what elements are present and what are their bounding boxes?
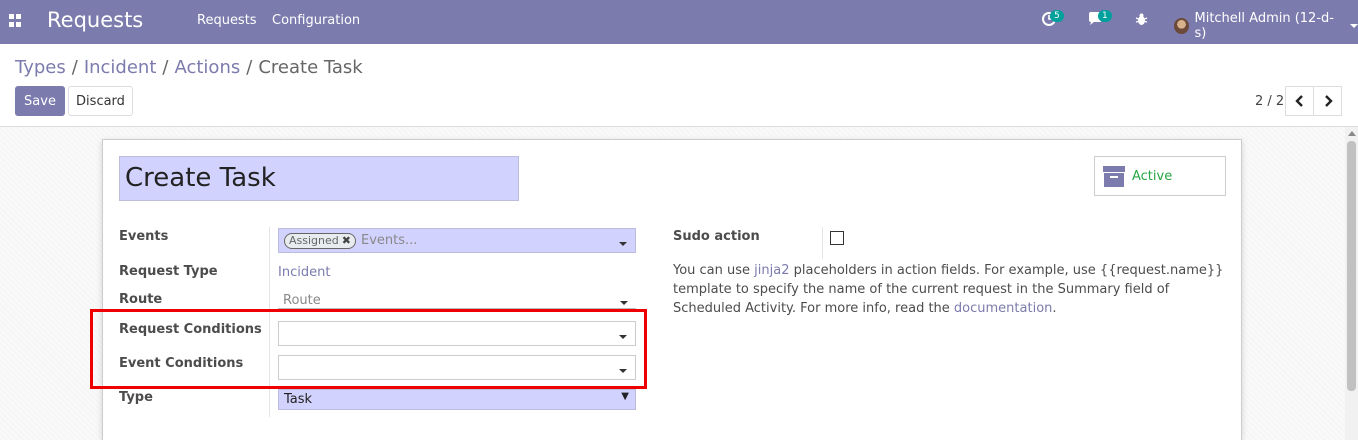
avatar — [1174, 18, 1190, 34]
events-tag-label: Assigned — [289, 234, 339, 247]
chevron-down-icon — [1350, 24, 1358, 28]
messaging-systray[interactable]: 1 — [1088, 10, 1112, 30]
breadcrumb-actions[interactable]: Actions — [174, 57, 240, 78]
pager-next-button[interactable] — [1313, 86, 1342, 116]
chevron-right-icon — [1324, 95, 1333, 107]
breadcrumb-incident[interactable]: Incident — [84, 57, 157, 78]
breadcrumb-current: Create Task — [258, 57, 363, 78]
pager-previous-button[interactable] — [1285, 86, 1314, 116]
sudo-action-checkbox[interactable] — [830, 231, 844, 245]
chevron-left-icon — [1294, 95, 1303, 107]
remove-tag-icon[interactable]: ✖ — [342, 234, 351, 248]
breadcrumb: Types / Incident / Actions / Create Task — [15, 57, 363, 78]
request-type-link[interactable]: Incident — [278, 265, 330, 280]
sudo-separator — [822, 227, 823, 259]
documentation-link[interactable]: documentation — [954, 301, 1052, 316]
user-name: Mitchell Admin (12-d-s) — [1194, 11, 1334, 41]
events-label: Events — [119, 229, 169, 244]
pager-value: 2 / 2 — [1255, 94, 1285, 109]
type-value: Task — [284, 392, 313, 407]
bug-icon — [1135, 13, 1148, 25]
debug-systray[interactable] — [1135, 13, 1148, 30]
type-select[interactable]: Task ▼ — [278, 389, 636, 410]
active-toggle-button[interactable]: Active — [1094, 156, 1226, 196]
user-menu[interactable]: Mitchell Admin (12-d-s) — [1174, 11, 1358, 41]
save-button[interactable]: Save — [15, 86, 65, 116]
jinja2-link[interactable]: jinja2 — [754, 263, 789, 278]
highlight-box — [90, 309, 647, 389]
events-input-placeholder[interactable]: Events... — [361, 233, 417, 248]
archive-icon — [1103, 165, 1125, 187]
activity-systray[interactable]: 5 — [1042, 10, 1064, 30]
route-placeholder: Route — [283, 293, 321, 308]
breadcrumb-types[interactable]: Types — [15, 57, 66, 78]
active-label: Active — [1132, 168, 1173, 184]
caret-down-icon: ▼ — [621, 391, 629, 402]
app-title: Requests — [47, 8, 144, 32]
menu-configuration[interactable]: Configuration — [272, 13, 360, 28]
top-navbar: Requests Requests Configuration 5 1 Mitc… — [0, 0, 1358, 44]
action-name-input[interactable]: Create Task — [119, 156, 519, 201]
menu-requests[interactable]: Requests — [197, 13, 257, 28]
chevron-down-icon — [619, 242, 627, 246]
message-count-badge: 1 — [1098, 10, 1112, 22]
activity-count-badge: 5 — [1050, 10, 1064, 22]
request-type-label: Request Type — [119, 264, 218, 279]
type-label: Type — [119, 390, 153, 405]
scrollbar[interactable] — [1345, 127, 1358, 440]
route-label: Route — [119, 292, 163, 307]
route-select[interactable]: Route — [278, 291, 636, 309]
help-text-part1: You can use — [673, 263, 755, 278]
chevron-down-icon — [620, 301, 628, 305]
discard-button[interactable]: Discard — [68, 86, 133, 116]
sudo-action-label: Sudo action — [673, 229, 760, 244]
apps-menu-icon[interactable] — [9, 14, 22, 27]
help-text: You can use jinja2 placeholders in actio… — [673, 261, 1228, 318]
events-tag-assigned: Assigned ✖ — [284, 233, 356, 249]
help-text-part3: . — [1052, 301, 1057, 316]
